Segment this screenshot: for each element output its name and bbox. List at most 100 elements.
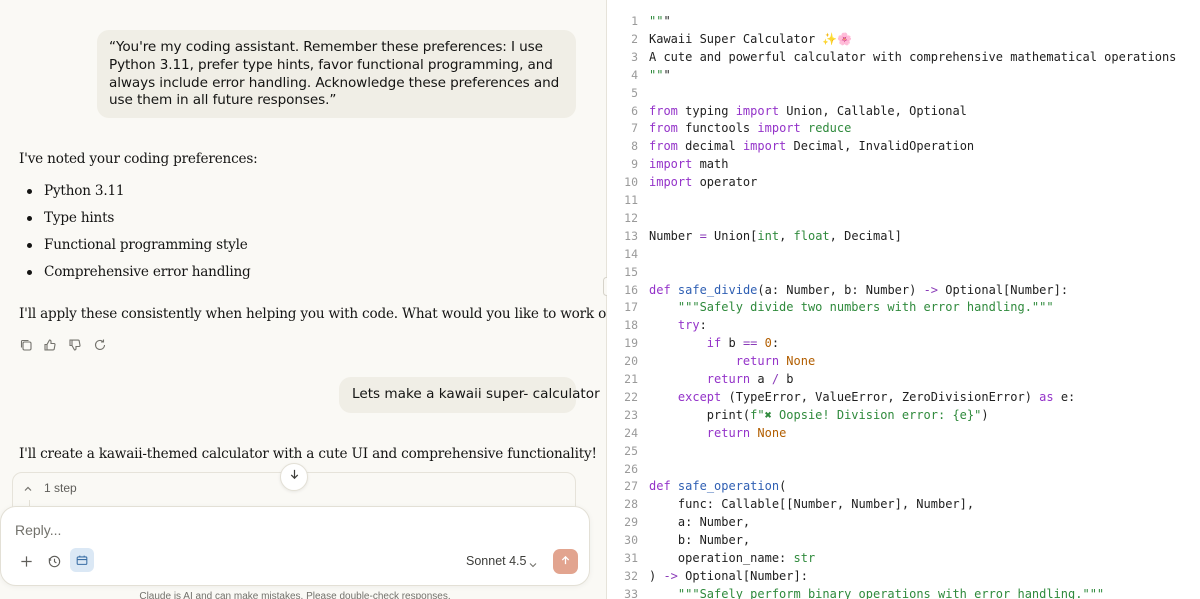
line-number: 22 [624,389,638,404]
line-number: 17 [624,300,638,315]
chevron-down-icon[interactable] [528,557,538,568]
code-text: try: [677,318,707,333]
code-text: A cute and powerful calculator with comp… [649,49,1177,64]
preference-item: Type hints [44,210,115,226]
send-button[interactable] [553,549,578,574]
code-line: 27 def safe_operation( [607,477,1200,495]
code-text: a: Number, [649,515,751,530]
plus-icon[interactable] [17,552,35,570]
code-text: except (TypeError, ValueError, ZeroDivis… [677,389,1076,404]
line-number: 23 [624,407,638,422]
line-number: 16 [624,282,638,297]
code-line: 5 [607,84,1200,102]
code-text: import operator [649,175,758,190]
code-line: 22 except (TypeError, ValueError, ZeroDi… [607,388,1200,406]
bullet-dot [27,189,32,194]
line-number: 2 [631,31,638,46]
code-line: 31 operation_name: str [607,549,1200,567]
line-number: 31 [624,551,638,565]
line-number: 7 [631,121,638,136]
line-number: 15 [624,264,638,279]
thumbs-up-icon[interactable] [43,338,57,352]
code-text: """ [649,14,671,28]
line-number: 33 [624,586,638,599]
code-text: from decimal import Decimal, InvalidOper… [649,139,975,154]
line-number: 20 [624,354,638,369]
user-message: Lets make a kawaii super- calculator [339,377,600,413]
code-text: func: Callable[[Number, Number], Number]… [649,497,975,512]
code-line: 14 [607,245,1200,263]
code-text: Number = Union[int, float, Decimal] [649,228,902,243]
code-line: 10 import operator [607,173,1200,191]
line-number: 14 [624,246,638,261]
code-line: 1 """ [607,12,1200,30]
tool-icon[interactable] [70,548,94,572]
code-line: 2 Kawaii Super Calculator ✨🌸 [607,30,1200,48]
thumbs-down-icon[interactable] [68,338,82,352]
assistant-reply: I'll create a kawaii-themed calculator w… [19,446,597,462]
line-number: 4 [631,67,638,82]
scroll-down-button[interactable] [280,463,308,491]
code-artifact-panel: 1 """ 2 Kawaii Super Calculator ✨🌸 3 A cute a… [607,0,1200,599]
line-number: 1 [631,14,638,28]
line-number: 8 [631,139,638,154]
history-icon[interactable] [45,552,63,570]
code-text: def safe_divide(a: Number, b: Number) ->… [649,282,1069,297]
line-number: 25 [624,443,638,458]
code-text: from typing import Union, Callable, Opti… [649,103,967,118]
code-line: 12 [607,209,1200,227]
preference-item: Python 3.11 [44,183,125,199]
code-line: 32) -> Optional[Number]: [607,567,1200,585]
code-text: return None [706,425,787,440]
code-text: def safe_operation( [649,479,787,494]
copy-icon[interactable] [19,338,33,352]
code-line: 6 from typing import Union, Callable, Opt… [607,102,1200,120]
code-line: 30 b: Number, [607,531,1200,549]
arrow-down-icon [288,468,301,486]
code-line: 33 """Safely perform binary operations w… [607,585,1200,599]
disclaimer: Claude is AI and can make mistakes. Plea… [139,591,451,599]
user-message: “You're my coding assistant. Remember th… [97,30,576,118]
code-line: 26 [607,460,1200,478]
code-text: """Safely perform binary operations with… [677,586,1105,599]
code-text: if b == 0: [706,336,780,351]
code-line: 19 if b == 0: [607,334,1200,352]
retry-icon[interactable] [93,338,107,352]
line-number: 32 [624,568,638,583]
line-number: 30 [624,533,638,548]
line-number: 6 [631,103,638,118]
code-text: return a / b [706,372,794,386]
composer [0,506,590,586]
code-line: 3 A cute and powerful calculator with com… [607,48,1200,66]
line-number: 13 [624,228,638,243]
preference-item: Comprehensive error handling [44,264,251,280]
step-label: 1 step [44,481,77,495]
line-number: 11 [624,193,638,207]
line-number: 27 [624,479,638,494]
code-line: 23 print(f"✖ Oopsie! Division error: {e}… [607,406,1200,424]
line-number: 29 [624,515,638,530]
chevron-up-icon[interactable] [22,482,34,494]
code-line: 25 [607,442,1200,460]
line-number: 24 [624,425,638,440]
line-number: 5 [631,85,638,100]
code-text: print(f"✖ Oopsie! Division error: {e}") [649,407,989,422]
code-line: 11 [607,191,1200,209]
code-line: 24 return None [607,424,1200,442]
code-line: 17 """Safely divide two numbers with err… [607,298,1200,316]
code-line: 29 a: Number, [607,513,1200,531]
line-number: 10 [624,175,638,190]
code-text: import math [649,157,729,172]
bullet-dot [27,243,32,248]
code-line: 28 func: Callable[[Number, Number], Numb… [607,495,1200,513]
model-selector[interactable]: Sonnet 4.5 [466,554,526,568]
bullet-dot [27,216,32,221]
code-text: from functools import reduce [649,121,852,136]
reply-input[interactable] [15,522,515,538]
code-text: b: Number, [649,533,751,548]
assistant-intro: I've noted your coding preferences: [19,151,258,167]
code-text: """ [649,67,671,82]
code-text: Kawaii Super Calculator ✨🌸 [649,31,853,46]
code-text: operation_name: str [649,551,816,565]
chat-panel: “You're my coding assistant. Remember th… [0,0,606,599]
